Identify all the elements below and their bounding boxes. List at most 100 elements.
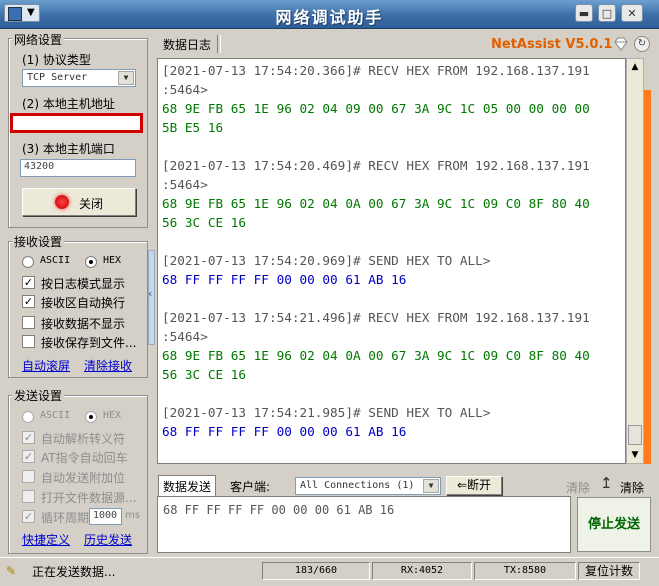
log-line: [2021-07-13 17:54:20.469]# RECV HEX FROM… (162, 158, 590, 173)
status-bar: ✎ 正在发送数据... 183/660 RX:4052 TX:8580 复位计数 (0, 557, 659, 586)
hide-recv-label: 接收数据不显示 (41, 317, 126, 331)
clear-send-button-disabled[interactable]: 清除 (566, 479, 590, 496)
protocol-label: (1) 协议类型 (22, 53, 91, 67)
check-icon: ✓ (23, 510, 34, 523)
log-line: :5464> (162, 329, 208, 344)
log-line: 56 3C CE 16 (162, 367, 247, 382)
chevron-down-icon: ▼ (118, 71, 134, 85)
network-settings-title: 网络设置 (12, 31, 65, 48)
tab-data-send[interactable]: 数据发送 (158, 475, 217, 496)
maximize-button[interactable]: □ (598, 4, 616, 22)
port-input[interactable]: 43200 (20, 159, 136, 177)
send-hex-radio[interactable] (85, 411, 97, 423)
close-connection-button[interactable]: 关闭 (22, 188, 136, 216)
log-line: [2021-07-13 17:54:21.985]# SEND HEX TO A… (162, 405, 491, 420)
file-source-label: 打开文件数据源... (41, 491, 137, 505)
receive-settings-title: 接收设置 (12, 233, 65, 250)
tab-data-log-label: 数据日志 (163, 38, 212, 52)
port-label: (3) 本地主机端口 (22, 142, 115, 156)
rx-count: RX:4052 (372, 562, 472, 580)
check-icon: ✓ (23, 450, 34, 463)
send-settings-title: 发送设置 (12, 387, 65, 404)
title-bar: ▼ 网络调试助手 ▬ □ ✕ (0, 0, 659, 29)
minimize-icon: ▬ (578, 7, 590, 20)
data-log-area[interactable]: [2021-07-13 17:54:20.366]# RECV HEX FROM… (157, 58, 626, 464)
status-text: 正在发送数据... (32, 565, 116, 579)
power-icon (55, 195, 69, 209)
scroll-up-arrow[interactable]: ▲ (627, 59, 643, 75)
check-icon: ✓ (23, 276, 34, 289)
hide-recv-checkbox[interactable] (22, 316, 35, 329)
log-line: 56 3C CE 16 (162, 215, 247, 230)
log-line: :5464> (162, 82, 208, 97)
recv-hex-radio[interactable] (85, 256, 97, 268)
chevron-left-icon: ‹ (148, 287, 153, 300)
panel-splitter[interactable]: ‹ (148, 250, 155, 345)
send-ascii-label: ASCII (40, 410, 71, 421)
reset-count-button[interactable]: 复位计数 (578, 562, 640, 580)
loop-period-label: 循环周期 (41, 511, 90, 525)
diamond-icon[interactable] (613, 37, 628, 51)
scroll-down-arrow[interactable]: ▼ (627, 447, 643, 463)
escape-parse-label: 自动解析转义符 (41, 432, 126, 446)
check-icon: ✓ (23, 431, 34, 444)
log-line: [2021-07-13 17:54:20.366]# RECV HEX FROM… (162, 63, 590, 78)
recv-ascii-radio[interactable] (22, 256, 34, 268)
tx-count: TX:8580 (474, 562, 576, 580)
loop-period-checkbox[interactable]: ✓ (22, 510, 35, 523)
activity-bar (644, 90, 651, 464)
brand-label: NetAssist V5.0.1 (491, 37, 613, 52)
clear-arrow-icon: ↥ (600, 474, 613, 492)
clear-recv-link[interactable]: 清除接收 (84, 357, 132, 374)
clear-send-button[interactable]: 清除 (620, 479, 644, 496)
protocol-select[interactable]: TCP Server ▼ (22, 69, 136, 87)
log-line: 5B E5 16 (162, 120, 224, 135)
scroll-thumb[interactable] (628, 425, 642, 445)
recv-ascii-label: ASCII (40, 255, 71, 266)
log-mode-label: 按日志模式显示 (41, 277, 126, 291)
loop-period-input[interactable]: 1000 (89, 508, 122, 525)
stop-send-button[interactable]: 停止发送 (577, 497, 651, 552)
history-link[interactable]: 历史发送 (84, 531, 132, 548)
close-icon: ✕ (627, 7, 637, 20)
client-value: All Connections (1) (300, 480, 415, 491)
send-ascii-radio[interactable] (22, 411, 34, 423)
log-line: :5464> (162, 177, 208, 192)
send-hex-label: HEX (103, 410, 122, 421)
log-mode-checkbox[interactable]: ✓ (22, 276, 35, 289)
at-cr-checkbox[interactable]: ✓ (22, 450, 35, 463)
log-line: 68 FF FF FF FF 00 00 00 61 AB 16 (162, 424, 407, 439)
check-icon: ✓ (23, 295, 34, 308)
byte-count: 183/660 (262, 562, 370, 580)
close-window-button[interactable]: ✕ (621, 4, 643, 22)
minimize-button[interactable]: ▬ (575, 4, 593, 22)
tab-divider (217, 35, 221, 53)
tab-data-send-label: 数据发送 (163, 480, 212, 494)
log-lines: [2021-07-13 17:54:20.366]# RECV HEX FROM… (162, 61, 590, 441)
auto-scroll-link[interactable]: 自动滚屏 (22, 357, 70, 374)
at-cr-label: AT指令自动回车 (41, 451, 128, 465)
client-label: 客户端: (230, 480, 271, 494)
log-scrollbar[interactable]: ▲ ▼ (626, 58, 644, 464)
sending-icon: ✎ (6, 564, 17, 578)
append-bits-label: 自动发送附加位 (41, 471, 126, 485)
recv-hex-label: HEX (103, 255, 122, 266)
disconnect-button[interactable]: ⇐断开 (446, 476, 502, 495)
client-select[interactable]: All Connections (1) ▼ (295, 477, 441, 495)
host-label: (2) 本地主机地址 (22, 97, 115, 111)
auto-wrap-checkbox[interactable]: ✓ (22, 295, 35, 308)
escape-parse-checkbox[interactable]: ✓ (22, 431, 35, 444)
sync-icon[interactable]: ↻ (634, 36, 650, 52)
save-to-file-checkbox[interactable] (22, 335, 35, 348)
append-bits-checkbox[interactable] (22, 470, 35, 483)
shortcut-link[interactable]: 快捷定义 (22, 531, 70, 548)
host-address-input[interactable] (10, 113, 143, 133)
tab-data-log[interactable]: 数据日志 (158, 33, 217, 55)
close-button-label: 关闭 (79, 197, 104, 211)
file-source-checkbox[interactable] (22, 490, 35, 503)
send-input[interactable]: 68 FF FF FF FF 00 00 00 61 AB 16 (157, 496, 571, 553)
